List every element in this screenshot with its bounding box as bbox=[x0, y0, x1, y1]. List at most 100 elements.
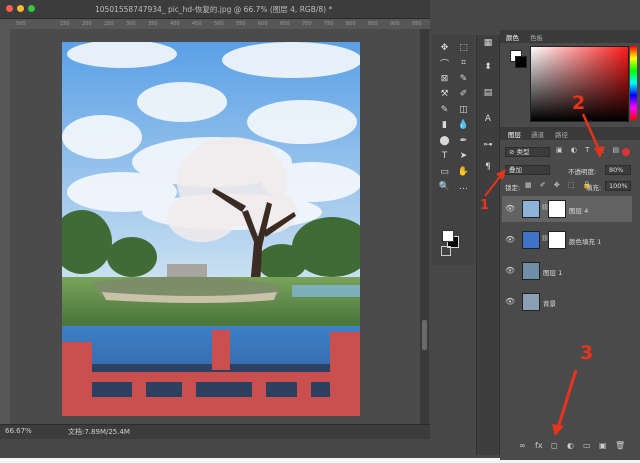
ruler-tick-label: 500 bbox=[214, 21, 224, 27]
layers-panel-tabs bbox=[500, 127, 640, 140]
tool-icon[interactable]: ✎ bbox=[437, 102, 452, 117]
layer-thumbnail[interactable] bbox=[522, 262, 540, 280]
layer-visibility-eye-icon[interactable]: 👁 bbox=[505, 235, 515, 244]
ruler-tick-label: 200 bbox=[82, 21, 92, 27]
fill-label: 填充: bbox=[586, 184, 602, 192]
tool-icon[interactable]: ✥ bbox=[437, 40, 452, 55]
ruler-tick-label: 850 bbox=[368, 21, 378, 27]
scrollbar-thumb[interactable] bbox=[422, 320, 427, 350]
layers-bottom-action-icon[interactable]: fx bbox=[535, 441, 543, 450]
status-bar bbox=[0, 424, 430, 439]
layer-name[interactable]: 图层 4 bbox=[569, 205, 588, 215]
tool-icon[interactable]: 🔍 bbox=[437, 180, 452, 195]
ruler-tick-label: 750 bbox=[324, 21, 334, 27]
layer-thumbnail[interactable] bbox=[522, 200, 540, 218]
opacity-input[interactable]: 80% bbox=[605, 165, 631, 175]
tab-layers-2[interactable]: 路径 bbox=[555, 129, 568, 139]
lock-icons[interactable]: ▦ ✐ ✥ ⬚ 🔒 bbox=[525, 181, 595, 189]
layer-link-icon[interactable]: ⛓ bbox=[541, 235, 549, 242]
ruler-tick-label: 400 bbox=[170, 21, 180, 27]
fill-input[interactable]: 100% bbox=[605, 181, 631, 191]
ruler-tick-label: 900 bbox=[390, 21, 400, 27]
blend-mode-select[interactable]: 叠加 bbox=[505, 165, 550, 175]
document-size: 文档:7.89M/25.4M bbox=[68, 428, 130, 436]
tool-icon[interactable]: ✒ bbox=[456, 133, 471, 148]
layers-bottom-action-icon[interactable]: ◐ bbox=[567, 441, 574, 450]
tool-icon[interactable]: 💧 bbox=[456, 118, 471, 133]
layer-name[interactable]: 颜色填充 1 bbox=[569, 236, 601, 246]
tool-icon[interactable]: ⊠ bbox=[437, 71, 452, 86]
layer-visibility-eye-icon[interactable]: 👁 bbox=[505, 297, 515, 306]
ruler-tick-label: 700 bbox=[302, 21, 312, 27]
canvas-artwork-image[interactable] bbox=[62, 42, 360, 416]
tool-icon[interactable]: T bbox=[437, 149, 452, 164]
tab-swatches[interactable]: 色板 bbox=[530, 32, 543, 42]
dock-panel-icon[interactable]: ▦ bbox=[481, 36, 495, 50]
layer-link-icon[interactable]: ⛓ bbox=[541, 204, 549, 211]
tab-color[interactable]: 颜色 bbox=[506, 32, 519, 42]
layers-bottom-action-icon[interactable]: ▭ bbox=[583, 441, 591, 450]
tool-icon[interactable]: ▭ bbox=[437, 164, 452, 179]
tool-icon[interactable]: ✐ bbox=[456, 87, 471, 102]
layer-thumbnail[interactable] bbox=[522, 231, 540, 249]
dock-panel-icon[interactable]: A bbox=[481, 112, 495, 126]
tool-icon[interactable]: ⌗ bbox=[456, 56, 471, 71]
color-panel-tabs bbox=[500, 30, 640, 43]
tool-icon[interactable]: ▮ bbox=[437, 118, 452, 133]
layer-visibility-eye-icon[interactable]: 👁 bbox=[505, 204, 515, 213]
layers-bottom-action-icon[interactable]: 🗑 bbox=[615, 441, 625, 450]
layer-filter-kind[interactable]: ⊘ 类型 bbox=[505, 147, 550, 157]
annotation-arrow-1 bbox=[484, 169, 506, 197]
dock-panel-icon[interactable]: ▤ bbox=[481, 86, 495, 100]
annotation-arrow-2 bbox=[581, 113, 605, 158]
ruler-tick-label: 800 bbox=[346, 21, 356, 27]
annotation-3: 3 bbox=[580, 342, 594, 364]
ruler-tick-label: 600 bbox=[258, 21, 268, 27]
tool-icon[interactable]: ⚒ bbox=[437, 87, 452, 102]
zoom-level[interactable]: 66.67% bbox=[5, 427, 32, 435]
ruler-tick-label: 250 bbox=[104, 21, 114, 27]
layer-mask-thumbnail[interactable] bbox=[548, 231, 566, 249]
ruler-tick-label: 350 bbox=[148, 21, 158, 27]
document-title: 10501558747934_ pic_hd-恢复的.jpg @ 66.7% (… bbox=[95, 5, 333, 14]
quick-mask-icon[interactable] bbox=[441, 246, 451, 256]
tool-icon[interactable]: ➤ bbox=[456, 149, 471, 164]
tool-icon[interactable]: ◫ bbox=[456, 102, 471, 117]
layer-thumbnail[interactable] bbox=[522, 293, 540, 311]
tool-icon[interactable]: ⬤ bbox=[437, 133, 452, 148]
layer-mask-thumbnail[interactable] bbox=[548, 200, 566, 218]
tool-icon[interactable]: ⬚ bbox=[456, 40, 471, 55]
ruler-tick-label: 950 bbox=[412, 21, 422, 27]
filter-toggle-icon[interactable] bbox=[622, 148, 630, 156]
annotation-arrow-3 bbox=[552, 369, 578, 436]
layers-bottom-action-icon[interactable]: ∞ bbox=[519, 441, 526, 450]
tab-layers-0[interactable]: 图层 bbox=[508, 129, 521, 139]
zoom-window-button[interactable] bbox=[28, 5, 35, 12]
tab-layers-1[interactable]: 通道 bbox=[531, 129, 544, 139]
layer-name[interactable]: 图层 1 bbox=[543, 267, 562, 277]
hue-slider[interactable] bbox=[630, 46, 637, 120]
ruler-tick-label: 450 bbox=[192, 21, 202, 27]
tool-icon[interactable]: ⌒ bbox=[437, 56, 452, 71]
tool-icon[interactable]: … bbox=[456, 180, 471, 195]
ruler-tick-label: 550 bbox=[236, 21, 246, 27]
ruler-tick-label: 150 bbox=[60, 21, 70, 27]
dock-panel-icon[interactable]: ⬍ bbox=[481, 60, 495, 74]
canvas-scrollbar[interactable] bbox=[420, 29, 429, 424]
foreground-color-swatch[interactable] bbox=[442, 230, 454, 242]
minimize-window-button[interactable] bbox=[17, 5, 24, 12]
ruler-tick-label: 500 bbox=[16, 21, 26, 27]
tool-icon[interactable]: ✋ bbox=[456, 164, 471, 179]
close-window-button[interactable] bbox=[6, 5, 13, 12]
dock-panel-icon[interactable]: ⊶ bbox=[481, 138, 495, 152]
annotation-2: 2 bbox=[572, 92, 586, 114]
tool-icon[interactable]: ✎ bbox=[456, 71, 471, 86]
panel-background-swatch[interactable] bbox=[515, 56, 527, 68]
layer-name[interactable]: 背景 bbox=[543, 298, 556, 308]
layers-bottom-action-icon[interactable]: ▣ bbox=[599, 441, 607, 450]
annotation-1: 1 bbox=[480, 198, 490, 213]
ruler-tick-label: 300 bbox=[126, 21, 136, 27]
layers-bottom-action-icon[interactable]: ◻ bbox=[551, 441, 558, 450]
ruler-tick-label: 650 bbox=[280, 21, 290, 27]
layer-visibility-eye-icon[interactable]: 👁 bbox=[505, 266, 515, 275]
